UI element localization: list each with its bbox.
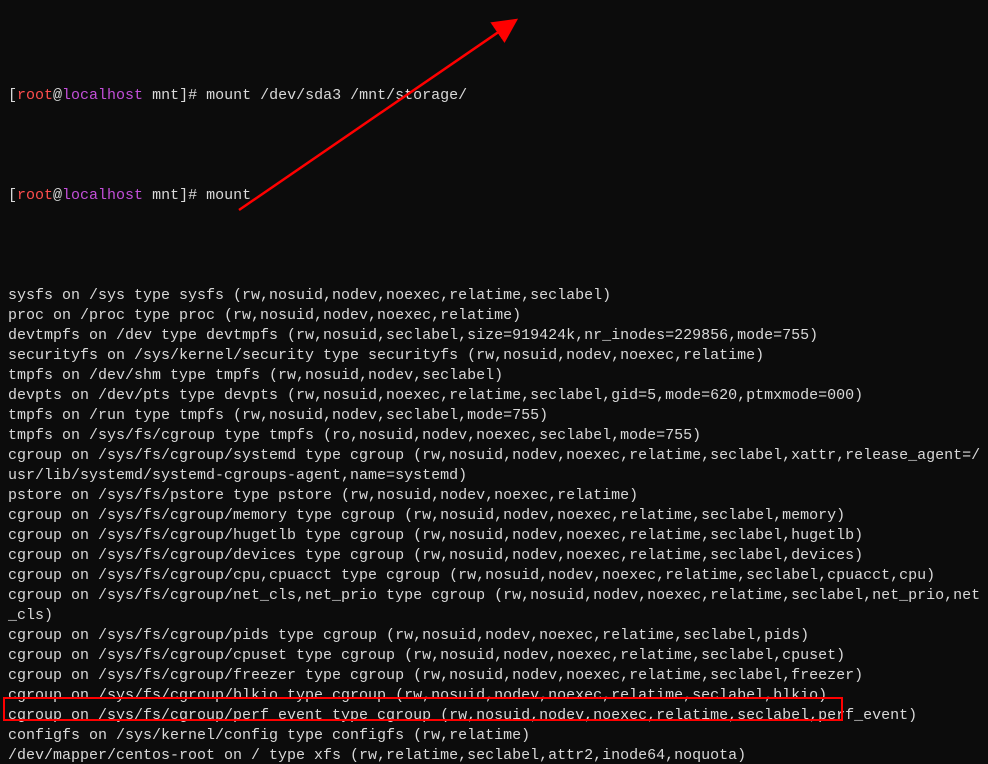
output-line: cgroup on /sys/fs/cgroup/perf_event type… xyxy=(8,706,980,726)
prompt-line-1: [root@localhost mnt]# mount /dev/sda3 /m… xyxy=(8,86,980,106)
at: @ xyxy=(53,187,62,204)
output-line: pstore on /sys/fs/pstore type pstore (rw… xyxy=(8,486,980,506)
output-line: securityfs on /sys/kernel/security type … xyxy=(8,346,980,366)
prompt-path: mnt xyxy=(143,87,179,104)
output-line: tmpfs on /dev/shm type tmpfs (rw,nosuid,… xyxy=(8,366,980,386)
output-line: cgroup on /sys/fs/cgroup/memory type cgr… xyxy=(8,506,980,526)
output-line: tmpfs on /sys/fs/cgroup type tmpfs (ro,n… xyxy=(8,426,980,446)
command-2: mount xyxy=(206,187,251,204)
output-line: proc on /proc type proc (rw,nosuid,nodev… xyxy=(8,306,980,326)
prompt-host: localhost xyxy=(62,187,143,204)
at: @ xyxy=(53,87,62,104)
prompt-host: localhost xyxy=(62,87,143,104)
output-line: cgroup on /sys/fs/cgroup/devices type cg… xyxy=(8,546,980,566)
output-line: cgroup on /sys/fs/cgroup/hugetlb type cg… xyxy=(8,526,980,546)
bracket-close: ]# xyxy=(179,187,206,204)
bracket-close: ]# xyxy=(179,87,206,104)
mount-output: sysfs on /sys type sysfs (rw,nosuid,node… xyxy=(8,286,980,764)
output-line: configfs on /sys/kernel/config type conf… xyxy=(8,726,980,746)
output-line: cgroup on /sys/fs/cgroup/cpu,cpuacct typ… xyxy=(8,566,980,586)
output-line: tmpfs on /run type tmpfs (rw,nosuid,node… xyxy=(8,406,980,426)
bracket: [ xyxy=(8,87,17,104)
output-line: devpts on /dev/pts type devpts (rw,nosui… xyxy=(8,386,980,406)
bracket: [ xyxy=(8,187,17,204)
output-line: cgroup on /sys/fs/cgroup/systemd type cg… xyxy=(8,446,980,466)
output-line: /dev/mapper/centos-root on / type xfs (r… xyxy=(8,746,980,764)
prompt-user: root xyxy=(17,87,53,104)
output-line: cgroup on /sys/fs/cgroup/cpuset type cgr… xyxy=(8,646,980,666)
prompt-user: root xyxy=(17,187,53,204)
prompt-line-2: [root@localhost mnt]# mount xyxy=(8,186,980,206)
output-line-wrap: _cls) xyxy=(8,606,980,626)
output-line: cgroup on /sys/fs/cgroup/freezer type cg… xyxy=(8,666,980,686)
prompt-path: mnt xyxy=(143,187,179,204)
output-line: sysfs on /sys type sysfs (rw,nosuid,node… xyxy=(8,286,980,306)
terminal[interactable]: [root@localhost mnt]# mount /dev/sda3 /m… xyxy=(0,0,988,764)
output-line: devtmpfs on /dev type devtmpfs (rw,nosui… xyxy=(8,326,980,346)
output-line-wrap: usr/lib/systemd/systemd-cgroups-agent,na… xyxy=(8,466,980,486)
output-line: cgroup on /sys/fs/cgroup/net_cls,net_pri… xyxy=(8,586,980,606)
output-line: cgroup on /sys/fs/cgroup/blkio type cgro… xyxy=(8,686,980,706)
output-line: cgroup on /sys/fs/cgroup/pids type cgrou… xyxy=(8,626,980,646)
command-1: mount /dev/sda3 /mnt/storage/ xyxy=(206,87,467,104)
